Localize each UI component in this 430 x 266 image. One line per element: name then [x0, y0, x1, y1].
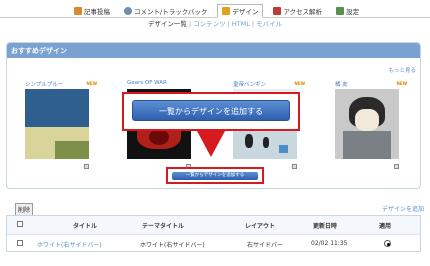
- nav-post-label: 記事投稿: [84, 8, 110, 16]
- col-title: タイトル: [73, 223, 98, 230]
- new-badge: NEW: [294, 81, 306, 86]
- subnav-mobile[interactable]: モバイル: [256, 20, 282, 28]
- more-link[interactable]: もっと見る: [388, 66, 416, 74]
- subnav-contents[interactable]: コンテンツ: [193, 20, 226, 28]
- nav-design-label: デザイン: [232, 8, 259, 16]
- row-theme: ホワイト(右サイドバー): [140, 242, 205, 249]
- nav-post[interactable]: 記事投稿: [70, 5, 114, 17]
- subnav-html[interactable]: HTML: [232, 20, 250, 28]
- nav-analytics[interactable]: アクセス解析: [269, 5, 326, 17]
- highlight-box-small: 一覧からデザインを追加する: [166, 167, 264, 184]
- nav-design[interactable]: デザイン: [217, 4, 264, 18]
- col-updated: 更新日時: [313, 223, 338, 230]
- sub-nav: デザイン一覧 | コンテンツ | HTML | モバイル: [147, 20, 283, 28]
- design-card[interactable]: シンプルブルー NEW: [25, 80, 98, 169]
- subnav-design-list[interactable]: デザイン一覧: [148, 20, 187, 28]
- row-title[interactable]: ホワイト(右サイドバー): [37, 240, 102, 249]
- col-apply: 適用: [379, 223, 392, 230]
- row-checkbox[interactable]: [17, 240, 23, 246]
- brush-icon: [222, 7, 231, 15]
- table-row: ホワイト(右サイドバー) ホワイト(右サイドバー) 右サイドバー 02/02 1…: [7, 234, 420, 251]
- pointer-arrow: [197, 131, 225, 157]
- comment-icon: [124, 7, 132, 15]
- nav-settings-label: 設定: [346, 8, 360, 16]
- preview-icon[interactable]: [292, 164, 297, 169]
- nav-comments[interactable]: コメント/トラックバック: [120, 5, 211, 17]
- design-card[interactable]: 橘 友 NEW: [335, 80, 408, 169]
- design-thumbnail[interactable]: [335, 89, 399, 159]
- gear-icon: [336, 7, 345, 15]
- add-design-button-large[interactable]: 一覧からデザインを追加する: [132, 100, 290, 121]
- pencil-icon: [74, 7, 82, 15]
- add-design-button[interactable]: 一覧からデザインを追加する: [172, 172, 258, 180]
- select-all-checkbox[interactable]: [17, 221, 23, 227]
- table-header: タイトル テーマタイトル レイアウト 更新日時 適用: [7, 216, 420, 233]
- new-badge: NEW: [396, 81, 408, 86]
- row-updated: 02/02 11:35: [311, 240, 348, 247]
- add-design-link[interactable]: デザインを追加: [382, 204, 424, 213]
- panel-title: おすすめデザイン: [7, 43, 420, 58]
- nav-comments-label: コメント/トラックバック: [134, 8, 208, 16]
- nav-settings[interactable]: 設定: [332, 5, 363, 17]
- col-theme: テーマタイトル: [142, 223, 185, 230]
- design-table: タイトル テーマタイトル レイアウト 更新日時 適用 ホワイト(右サイドバー) …: [6, 215, 421, 252]
- new-badge: NEW: [86, 81, 98, 86]
- preview-icon[interactable]: [84, 164, 89, 169]
- design-card-title[interactable]: Gears OF WAR: [127, 80, 199, 88]
- col-layout: レイアウト: [245, 223, 276, 230]
- apply-radio[interactable]: [384, 240, 391, 247]
- nav-analytics-label: アクセス解析: [283, 8, 323, 16]
- preview-icon[interactable]: [394, 164, 399, 169]
- design-thumbnail[interactable]: [25, 89, 89, 159]
- highlight-box-large: 一覧からデザインを追加する: [122, 92, 300, 131]
- row-layout: 右サイドバー: [247, 242, 284, 249]
- top-nav: 記事投稿 コメント/トラックバック デザイン アクセス解析 設定: [70, 4, 369, 18]
- chart-icon: [273, 7, 282, 15]
